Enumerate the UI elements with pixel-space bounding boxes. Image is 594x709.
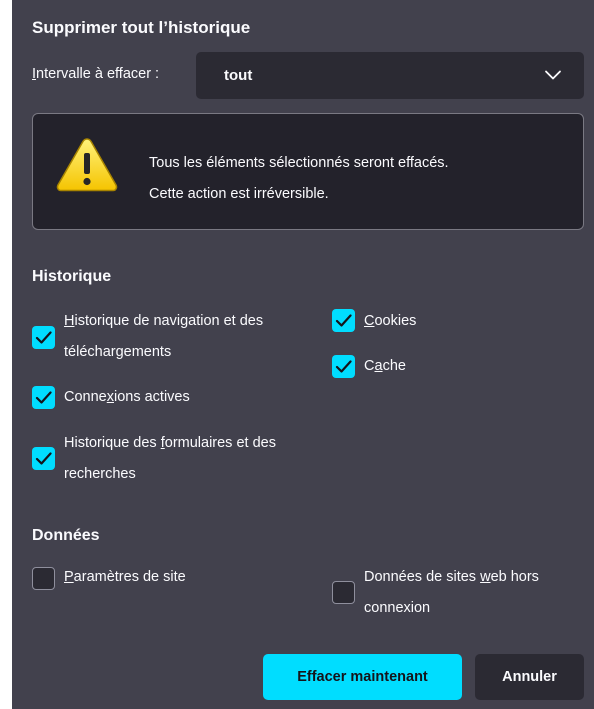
checkbox-offline-data[interactable] [332,581,355,604]
check-icon [35,391,52,404]
label-site-settings[interactable]: Paramètres de site [64,562,186,593]
label-part: Historique des [64,435,161,451]
accesskey: P [64,569,74,585]
label-part: ions actives [113,389,190,405]
time-range-select[interactable]: tout [196,52,584,99]
label-part: Conne [64,389,107,405]
history-section-title: Historique [32,268,112,285]
accesskey: H [64,313,75,329]
checkbox-cache[interactable] [332,355,355,378]
accesskey: C [364,313,375,329]
label-part: eb hors [490,569,539,585]
label-line-2: connexion [364,600,431,616]
dialog-title: Supprimer tout l’historique [32,18,251,37]
label-part: aramètres de site [73,569,186,585]
check-icon [335,314,352,327]
warning-line-1: Tous les éléments sélectionnés seront ef… [149,155,449,171]
cancel-button[interactable]: Annuler [475,654,584,700]
accesskey: x [106,389,114,405]
checkbox-active-logins[interactable] [32,386,55,409]
check-icon [35,452,52,465]
label-cache[interactable]: Cache [364,351,406,382]
label-part: ormulaires et des [164,435,276,451]
clear-now-button[interactable]: Effacer maintenant [263,654,462,700]
check-icon [35,331,52,344]
label-part: istorique de navigation et des [74,313,264,329]
warning-icon [56,138,118,192]
clear-history-dialog: Supprimer tout l’historique Intervalle à… [12,0,594,709]
chevron-down-icon [545,70,561,80]
label-part: C [364,358,375,374]
checkbox-site-settings[interactable] [32,567,55,590]
warning-box: Tous les éléments sélectionnés seront ef… [32,113,584,230]
time-range-value: tout [224,67,253,84]
checkbox-browsing-history[interactable] [32,326,55,349]
label-part: che [382,358,406,374]
label-line-2: téléchargements [64,344,172,360]
warning-line-2: Cette action est irréversible. [149,186,329,202]
label-active-logins[interactable]: Connexions actives [64,382,190,413]
label-cookies[interactable]: Cookies [364,306,416,337]
checkbox-cookies[interactable] [332,309,355,332]
label-line-2: recherches [64,466,136,482]
accesskey: a [374,358,383,374]
label-offline-data[interactable]: Données de sites web hors connexion [364,562,539,624]
check-icon [335,360,352,373]
label-browsing-history[interactable]: Historique de navigation et des téléchar… [64,306,263,368]
label-part: ookies [374,313,417,329]
label-part: Données de sites [364,569,481,585]
label-form-history[interactable]: Historique des formulaires et des recher… [64,428,276,490]
accesskey: w [480,569,491,585]
data-section-title: Données [32,527,100,544]
time-range-label: Intervalle à effacer : [32,66,159,82]
label-text: ntervalle à effacer : [36,66,160,82]
checkbox-form-history[interactable] [32,447,55,470]
